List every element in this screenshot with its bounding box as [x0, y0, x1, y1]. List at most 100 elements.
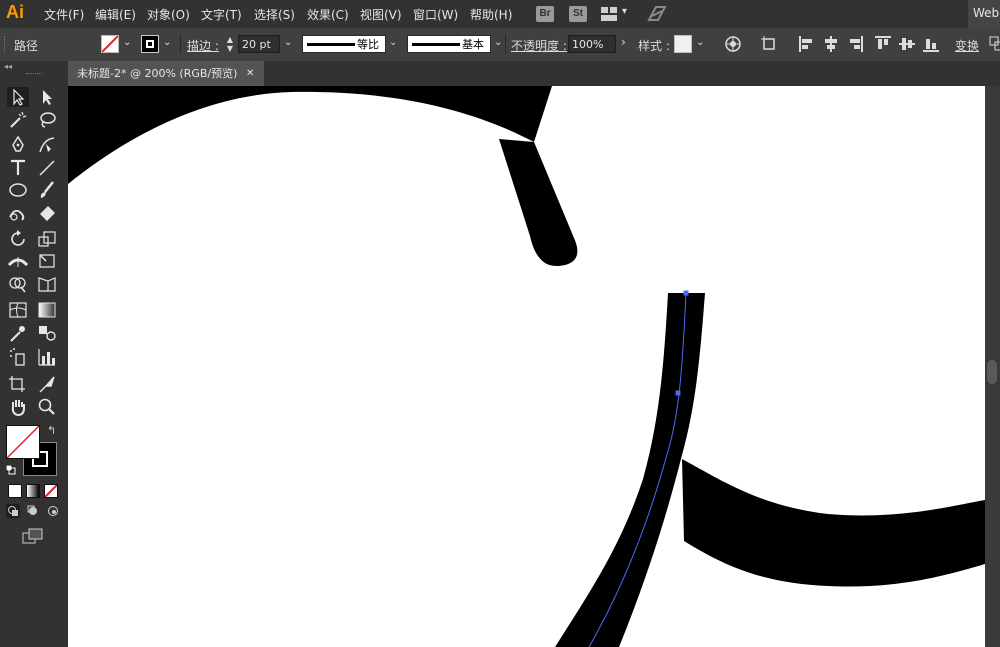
recolor-artwork-icon[interactable]	[724, 35, 742, 53]
selection-tool-icon[interactable]	[7, 87, 29, 107]
shaper-tool-icon[interactable]	[7, 203, 29, 223]
brush-chevron-icon[interactable]: ⌄	[494, 37, 502, 48]
arrange-documents-icon[interactable]	[601, 7, 617, 21]
column-graph-tool-icon[interactable]	[36, 347, 58, 367]
color-mode-icon[interactable]	[8, 484, 22, 498]
app-logo: Ai	[6, 2, 24, 22]
symbol-sprayer-tool-icon[interactable]	[7, 347, 29, 367]
menu-edit[interactable]: 编辑(E)	[95, 6, 136, 23]
brush-definition-dropdown[interactable]: 基本	[407, 35, 491, 53]
align-top-icon[interactable]	[874, 35, 892, 53]
hand-tool-icon[interactable]	[7, 397, 29, 417]
lasso-tool-icon[interactable]	[36, 110, 58, 130]
variable-width-profile-dropdown[interactable]: 等比	[302, 35, 386, 53]
tools-panel: ◂◂ ↰	[0, 61, 68, 647]
stroke-swatch[interactable]	[141, 35, 159, 53]
line-segment-tool-icon[interactable]	[36, 158, 58, 178]
rotate-tool-icon[interactable]	[7, 229, 29, 249]
align-horizontal-center-icon[interactable]	[822, 35, 840, 53]
gpu-performance-icon[interactable]	[646, 4, 668, 24]
fill-swatch[interactable]	[101, 35, 119, 53]
scrollbar-thumb[interactable]	[987, 360, 997, 384]
panel-grip	[4, 36, 7, 52]
slice-tool-icon[interactable]	[36, 374, 58, 394]
stroke-weight-stepper[interactable]: ▲ ▼	[225, 35, 235, 53]
transform-panel-link[interactable]: 变换	[955, 37, 979, 54]
stroke-dropdown-chevron-icon[interactable]: ⌄	[163, 37, 171, 48]
draw-normal-icon[interactable]	[6, 504, 20, 518]
graphic-style-swatch[interactable]	[674, 35, 692, 53]
menu-select[interactable]: 选择(S)	[254, 6, 295, 23]
bridge-icon[interactable]: Br	[536, 6, 554, 22]
stock-icon[interactable]: St	[569, 6, 587, 22]
paintbrush-tool-icon[interactable]	[36, 180, 58, 200]
graphic-style-chevron-icon[interactable]: ⌄	[696, 37, 704, 48]
draw-inside-icon[interactable]	[46, 504, 60, 518]
anchor-point[interactable]	[683, 290, 689, 296]
opacity-chevron-right-icon[interactable]: ›	[621, 35, 626, 49]
swap-fill-stroke-icon[interactable]: ↰	[47, 424, 56, 437]
width-tool-icon[interactable]	[7, 251, 29, 271]
free-transform-tool-icon[interactable]	[36, 251, 58, 271]
mesh-tool-icon[interactable]	[7, 300, 29, 320]
perspective-grid-tool-icon[interactable]	[36, 274, 58, 294]
menu-view[interactable]: 视图(V)	[360, 6, 402, 23]
default-fill-stroke-icon[interactable]	[5, 464, 16, 475]
stroke-panel-link[interactable]: 描边 :	[187, 37, 219, 54]
none-mode-icon[interactable]	[44, 484, 58, 498]
pen-tool-icon[interactable]	[7, 135, 29, 155]
chevron-down-icon[interactable]: ▾	[622, 6, 627, 17]
menu-file[interactable]: 文件(F)	[44, 6, 84, 23]
collapse-panel-icon[interactable]: ◂◂	[4, 62, 12, 71]
curvature-tool-icon[interactable]	[36, 135, 58, 155]
align-to-icon[interactable]	[760, 35, 778, 53]
menu-type[interactable]: 文字(T)	[201, 6, 242, 23]
ring-stem	[499, 139, 578, 266]
panel-grip	[26, 73, 42, 76]
control-bar: 路径 ⌄ ⌄ 描边 : ▲ ▼ 20 pt ⌄ 等比 ⌄ 基本 ⌄ 不透明度 : …	[0, 28, 1000, 62]
selection-type-label: 路径	[14, 39, 39, 53]
workspace-switcher[interactable]: Web	[973, 6, 999, 20]
opacity-field[interactable]: 100%	[568, 35, 616, 53]
ring-segment-top	[68, 86, 552, 184]
zoom-tool-icon[interactable]	[36, 397, 58, 417]
artboard-canvas[interactable]	[68, 86, 985, 647]
shape-builder-tool-icon[interactable]	[7, 274, 29, 294]
change-screen-mode-icon[interactable]	[22, 528, 44, 546]
eyedropper-tool-icon[interactable]	[7, 323, 29, 343]
document-tab-title: 未标题-2* @ 200% (RGB/预览)	[77, 67, 238, 80]
vertical-scrollbar[interactable]	[985, 86, 1000, 647]
ellipse-tool-icon[interactable]	[7, 180, 29, 200]
isolate-icon[interactable]	[988, 35, 1000, 53]
document-tab[interactable]: 未标题-2* @ 200% (RGB/预览) ✕	[68, 61, 264, 86]
menu-window[interactable]: 窗口(W)	[413, 6, 458, 23]
blend-tool-icon[interactable]	[36, 323, 58, 343]
opacity-panel-link[interactable]: 不透明度 :	[511, 37, 567, 54]
align-bottom-icon[interactable]	[922, 35, 940, 53]
menu-bar: Ai 文件(F) 编辑(E) 对象(O) 文字(T) 选择(S) 效果(C) 视…	[0, 0, 1000, 28]
stroke-weight-field[interactable]: 20 pt	[238, 35, 280, 53]
close-tab-icon[interactable]: ✕	[246, 61, 254, 86]
profile-chevron-icon[interactable]: ⌄	[389, 37, 397, 48]
menu-effect[interactable]: 效果(C)	[307, 6, 349, 23]
draw-behind-icon[interactable]	[26, 504, 40, 518]
eraser-tool-icon[interactable]	[36, 203, 58, 223]
document-tab-bar: 未标题-2* @ 200% (RGB/预览) ✕	[68, 61, 1000, 86]
fill-dropdown-chevron-icon[interactable]: ⌄	[123, 37, 131, 48]
anchor-point[interactable]	[675, 390, 681, 396]
align-vertical-center-icon[interactable]	[898, 35, 916, 53]
magic-wand-tool-icon[interactable]	[7, 110, 29, 130]
gradient-tool-icon[interactable]	[36, 300, 58, 320]
fill-color-swatch[interactable]	[6, 425, 40, 459]
align-left-icon[interactable]	[798, 35, 816, 53]
type-tool-icon[interactable]	[7, 158, 29, 178]
gradient-mode-icon[interactable]	[26, 484, 40, 498]
artboard-tool-icon[interactable]	[7, 374, 29, 394]
direct-selection-tool-icon[interactable]	[36, 87, 58, 107]
align-right-icon[interactable]	[846, 35, 864, 53]
ring-segment-right	[682, 459, 985, 587]
stroke-weight-dropdown-icon[interactable]: ⌄	[284, 37, 292, 48]
menu-help[interactable]: 帮助(H)	[470, 6, 512, 23]
scale-tool-icon[interactable]	[36, 229, 58, 249]
menu-object[interactable]: 对象(O)	[147, 6, 190, 23]
